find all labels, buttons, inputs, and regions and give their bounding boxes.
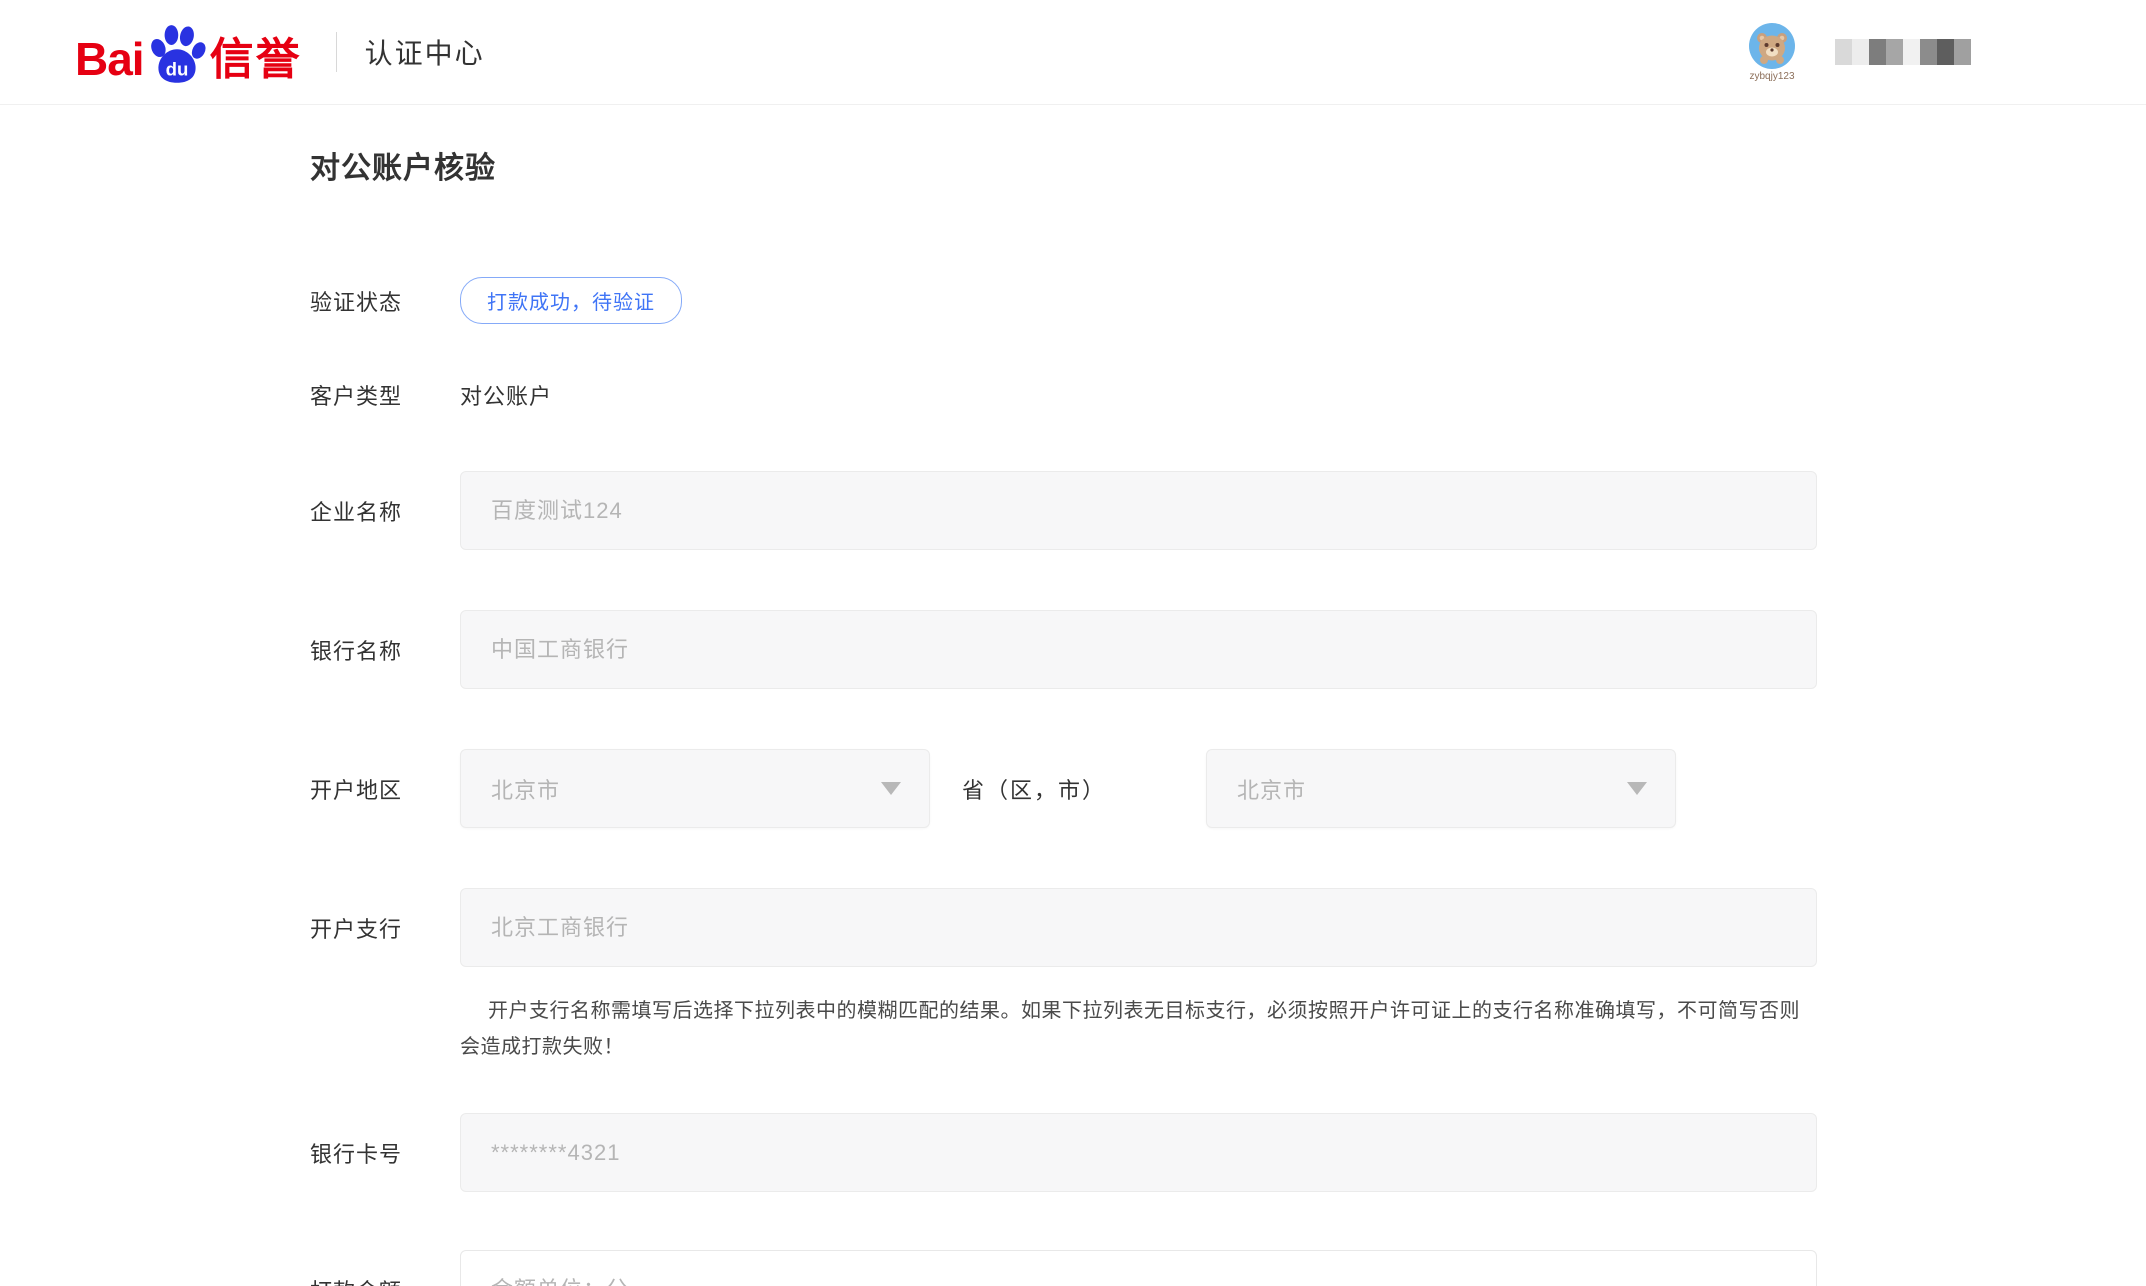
- bank-name-input[interactable]: [460, 610, 1817, 689]
- user-area: zybqjy123: [1749, 23, 1971, 82]
- page-title: 对公账户核验: [310, 143, 1996, 187]
- baidu-paw-icon: du: [146, 22, 208, 84]
- logo-du-text: du: [165, 58, 188, 79]
- branch-hint-text: 开户支行名称需填写后选择下拉列表中的模糊匹配的结果。如果下拉列表无目标支行，必须…: [460, 993, 1817, 1065]
- row-customer-type: 客户类型 对公账户: [310, 379, 1817, 411]
- verify-status-label: 验证状态: [310, 285, 460, 317]
- main-content: 对公账户核验 验证状态 打款成功，待验证 客户类型 对公账户 企业名称 银行名称…: [0, 143, 2146, 1286]
- card-number-label: 银行卡号: [310, 1137, 460, 1169]
- amount-label: 打款金额: [310, 1274, 460, 1286]
- logo-xinyu-text: 信誉: [210, 38, 302, 82]
- user-avatar-block[interactable]: zybqjy123: [1749, 23, 1795, 82]
- province-select-value: 北京市: [491, 773, 560, 805]
- row-card-number: 银行卡号: [310, 1113, 1817, 1192]
- chevron-down-icon: [881, 782, 901, 795]
- baidu-xinyu-logo[interactable]: Bai du 信誉: [75, 22, 302, 82]
- row-bank-name: 银行名称: [310, 610, 1817, 689]
- status-badge: 打款成功，待验证: [460, 277, 682, 324]
- avatar[interactable]: [1749, 23, 1795, 69]
- customer-type-value: 对公账户: [460, 379, 552, 411]
- header-title: 认证中心: [365, 32, 485, 72]
- province-select[interactable]: 北京市: [460, 749, 930, 828]
- branch-input[interactable]: [460, 888, 1817, 967]
- customer-type-label: 客户类型: [310, 379, 460, 411]
- username: zybqjy123: [1749, 71, 1794, 82]
- row-company-name: 企业名称: [310, 471, 1817, 550]
- verification-form: 验证状态 打款成功，待验证 客户类型 对公账户 企业名称 银行名称 开户地区 北…: [310, 277, 1817, 1286]
- row-amount: 打款金额: [310, 1250, 1817, 1286]
- city-select-value: 北京市: [1237, 773, 1306, 805]
- logo-bai-text: Bai: [75, 36, 144, 82]
- bear-avatar-icon: [1752, 26, 1792, 66]
- brand-divider: [336, 32, 337, 72]
- amount-input[interactable]: [460, 1250, 1817, 1286]
- row-branch: 开户支行: [310, 888, 1817, 967]
- city-select[interactable]: 北京市: [1206, 749, 1676, 828]
- bank-region-label: 开户地区: [310, 773, 460, 805]
- company-name-input[interactable]: [460, 471, 1817, 550]
- region-separator-label: 省（区，市）: [962, 773, 1106, 805]
- row-bank-region: 开户地区 北京市 省（区，市） 北京市: [310, 749, 1817, 828]
- bank-name-label: 银行名称: [310, 634, 460, 666]
- brand: Bai du 信誉 认证中心: [75, 22, 485, 82]
- card-number-input[interactable]: [460, 1113, 1817, 1192]
- row-verify-status: 验证状态 打款成功，待验证: [310, 277, 1817, 324]
- branch-label: 开户支行: [310, 912, 460, 944]
- redacted-account-name: [1835, 39, 1971, 65]
- header: Bai du 信誉 认证中心: [0, 0, 2146, 105]
- company-name-label: 企业名称: [310, 495, 460, 527]
- chevron-down-icon: [1627, 782, 1647, 795]
